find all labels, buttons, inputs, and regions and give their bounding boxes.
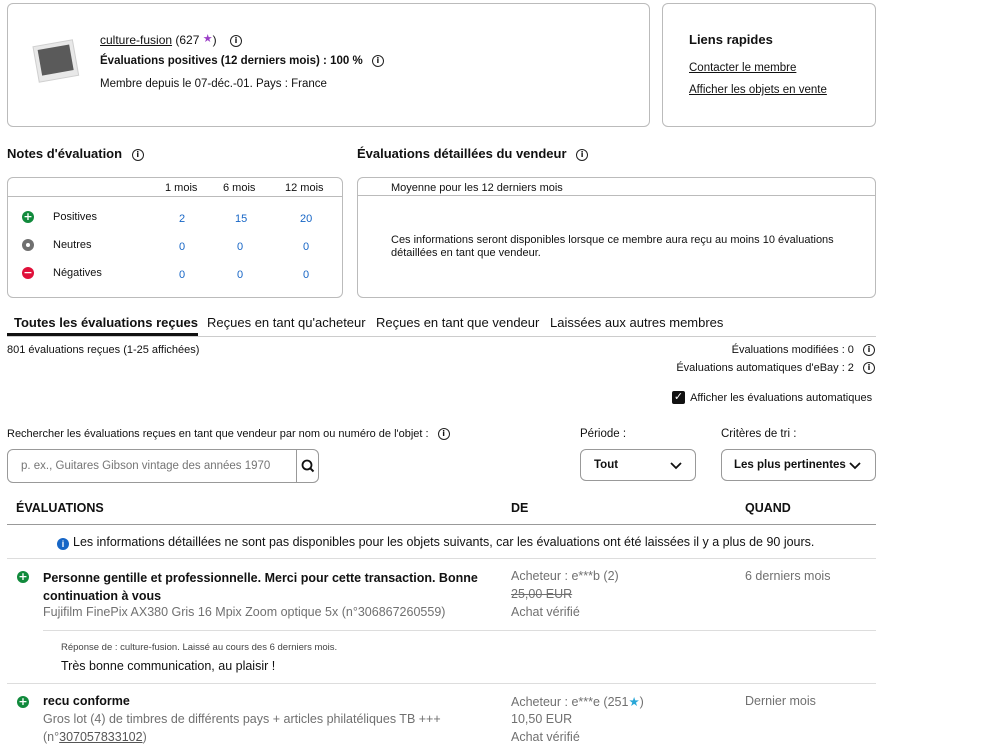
tab-as-buyer[interactable]: Reçues en tant qu'acheteur <box>207 315 366 330</box>
info-icon[interactable]: i <box>863 344 875 357</box>
item-id-link[interactable]: 307057833102 <box>59 730 142 744</box>
col-header: 12 mois <box>285 182 324 194</box>
ratings-table: 1 mois 6 mois 12 mois + Positives 2 15 2… <box>7 177 343 298</box>
buyer: Acheteur : e***b (2) <box>511 569 619 583</box>
negative-6m: 0 <box>237 269 244 281</box>
tab-left-for-others[interactable]: Laissées aux autres membres <box>550 315 723 330</box>
positive-percentage: Évaluations positives (12 derniers mois)… <box>100 55 363 68</box>
modified-count: Évaluations modifiées : 0 <box>731 344 854 356</box>
info-icon[interactable]: i <box>229 34 242 47</box>
feedback-comment: recu conforme <box>43 694 130 708</box>
show-automatic-label: Afficher les évaluations automatiques <box>690 391 873 404</box>
search-button[interactable] <box>297 450 319 482</box>
row-label: Positives <box>53 211 98 223</box>
negative-icon: − <box>22 266 34 279</box>
header-when: QUAND <box>745 501 791 515</box>
feedback-score: (627 <box>175 33 200 47</box>
col-header: 6 mois <box>223 182 256 194</box>
info-icon[interactable]: i <box>863 362 875 375</box>
detailed-message: Ces informations seront disponibles lors… <box>391 234 834 259</box>
positive-icon: + <box>17 570 29 583</box>
neutral-12m: 0 <box>303 241 310 253</box>
positive-6m[interactable]: 15 <box>235 213 247 225</box>
header-feedback: ÉVALUATIONS <box>16 501 104 515</box>
avatar <box>28 37 84 87</box>
quick-links-card: Liens rapides Contacter le membre Affich… <box>662 3 876 127</box>
show-automatic-checkbox[interactable]: ✓ <box>672 391 685 404</box>
reply-text: Très bonne communication, au plaisir ! <box>61 659 276 673</box>
quick-links-title: Liens rapides <box>689 32 773 47</box>
feedback-when: Dernier mois <box>745 694 816 708</box>
negative-12m: 0 <box>303 269 310 281</box>
neutral-1m: 0 <box>179 241 186 253</box>
verified-purchase: Achat vérifié <box>511 605 580 619</box>
member-since: Membre depuis le 07-déc.-01. Pays : Fran… <box>100 78 327 90</box>
sort-value: Les plus pertinentes <box>734 459 846 471</box>
tab-all-feedback[interactable]: Toutes les évaluations reçues <box>14 315 198 330</box>
info-notice: i Les informations détaillées ne sont pas… <box>57 535 814 550</box>
row-label: Négatives <box>53 267 102 279</box>
item-id: (n°307057833102) <box>43 730 147 744</box>
detailed-ratings-card: Moyenne pour les 12 derniers mois Ces in… <box>357 177 876 298</box>
chevron-down-icon <box>670 462 682 470</box>
profile-card: culture-fusion (627 ★) i Évaluations pos… <box>7 3 650 127</box>
search-box <box>7 449 319 483</box>
info-icon[interactable]: i <box>576 148 589 161</box>
price: 10,50 EUR <box>511 712 573 726</box>
period-select[interactable]: Tout <box>580 449 696 481</box>
positive-12m[interactable]: 20 <box>300 213 312 225</box>
detailed-ratings-title: Évaluations détaillées du vendeur <box>357 146 567 161</box>
feedback-when: 6 derniers mois <box>745 569 831 583</box>
tab-as-seller[interactable]: Reçues en tant que vendeur <box>376 315 539 330</box>
info-filled-icon: i <box>57 538 69 550</box>
negative-1m: 0 <box>179 269 186 281</box>
period-value: Tout <box>594 459 619 471</box>
positive-1m[interactable]: 2 <box>179 213 185 225</box>
search-icon <box>301 459 315 473</box>
neutral-6m: 0 <box>237 241 244 253</box>
period-label: Période : <box>580 428 627 440</box>
search-input[interactable] <box>9 451 295 481</box>
verified-purchase: Achat vérifié <box>511 730 580 744</box>
items-for-sale-link[interactable]: Afficher les objets en vente <box>689 84 827 96</box>
col-header: 1 mois <box>165 182 198 194</box>
info-icon[interactable]: i <box>437 428 450 441</box>
price: 25,00 EUR <box>511 587 573 601</box>
positive-icon: + <box>22 210 34 223</box>
feedback-count: 801 évaluations reçues (1-25 affichées) <box>7 344 200 356</box>
row-label: Neutres <box>53 239 92 251</box>
username-link[interactable]: culture-fusion <box>100 33 172 47</box>
info-icon[interactable]: i <box>131 148 144 161</box>
buyer: Acheteur : e***e (251★) <box>511 695 644 709</box>
item-title: Gros lot (4) de timbres de différents pa… <box>43 712 441 726</box>
detailed-subtitle: Moyenne pour les 12 derniers mois <box>391 182 563 194</box>
info-icon[interactable]: i <box>371 55 384 67</box>
teal-star-icon: ★ <box>628 695 640 709</box>
contact-member-link[interactable]: Contacter le membre <box>689 62 796 74</box>
chevron-down-icon <box>849 462 861 470</box>
ratings-title: Notes d'évaluation <box>7 146 123 161</box>
item-title: Fujifilm FinePix AX380 Gris 16 Mpix Zoom… <box>43 605 446 619</box>
automatic-count: Évaluations automatiques d'eBay : 2 <box>676 362 854 374</box>
positive-icon: + <box>17 695 29 708</box>
neutral-icon <box>22 239 34 251</box>
purple-star-icon: ★ <box>202 33 213 45</box>
reply-meta: Réponse de : culture-fusion. Laissé au c… <box>61 642 338 653</box>
header-from: DE <box>511 501 529 515</box>
sort-label: Critères de tri : <box>721 428 797 440</box>
sort-select[interactable]: Les plus pertinentes <box>721 449 876 481</box>
search-label: Rechercher les évaluations reçues en tan… <box>7 428 429 440</box>
feedback-comment: Personne gentille et professionnelle. Me… <box>43 571 478 603</box>
